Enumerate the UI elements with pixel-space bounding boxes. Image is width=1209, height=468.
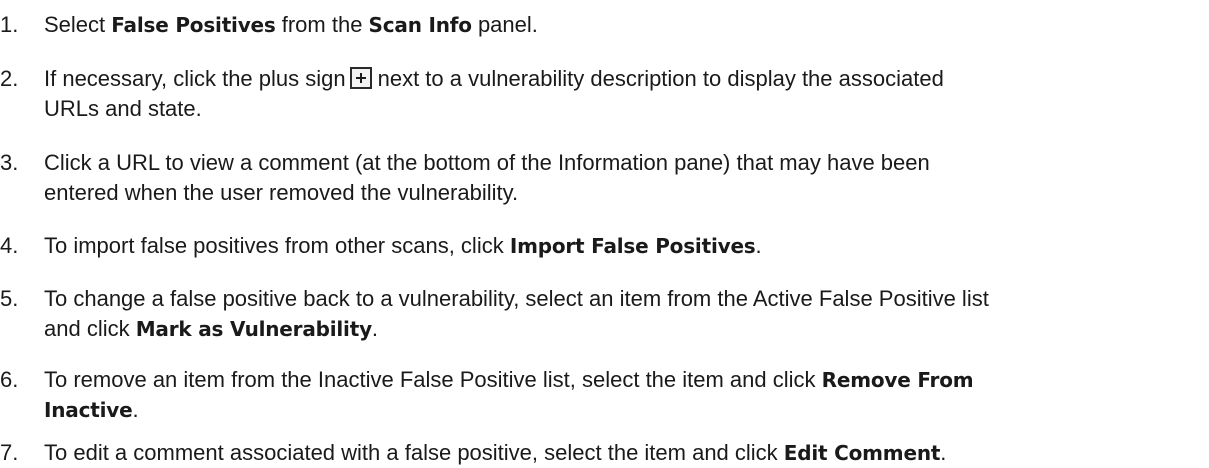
text-run: To remove an item from the Inactive Fals… — [44, 367, 822, 392]
text-run: . — [371, 316, 379, 341]
step-text: If necessary, click the plus sign next to… — [44, 64, 1200, 124]
ui-term-false-positives: False Positives — [111, 13, 276, 37]
step-number: 5. — [0, 286, 19, 311]
text-run: Click a URL to view a comment (at the bo… — [44, 150, 930, 175]
text-run: next to a vulnerability description to d… — [377, 66, 944, 91]
step-1: 1. Select False Positives from the Scan … — [0, 10, 1200, 40]
text-run: Select — [44, 12, 112, 37]
text-run: . — [132, 397, 139, 422]
step-7: 7. To edit a comment associated with a f… — [0, 438, 1200, 468]
instruction-document: 1. Select False Positives from the Scan … — [0, 0, 1209, 468]
step-number: 4. — [0, 233, 19, 258]
step-number: 6. — [0, 367, 19, 392]
ui-term-remove-from: Remove From — [821, 368, 974, 392]
ui-term-inactive: Inactive — [44, 398, 133, 422]
step-number: 1. — [0, 12, 19, 37]
step-text: To remove an item from the Inactive Fals… — [44, 365, 1200, 425]
ui-term-mark-as-vulnerability: Mark as Vulnerability — [135, 317, 372, 341]
step-text: Select False Positives from the Scan Inf… — [44, 10, 1200, 40]
text-run: If necessary, click the plus sign — [44, 66, 346, 91]
ui-term-scan-info: Scan Info — [368, 13, 472, 37]
text-run: from the — [275, 12, 369, 37]
text-run: . — [755, 233, 762, 258]
text-run: panel. — [471, 12, 538, 37]
step-3: 3. Click a URL to view a comment (at the… — [0, 148, 1200, 208]
step-5: 5. To change a false positive back to a … — [0, 284, 1200, 344]
text-run: URLs and state. — [44, 96, 202, 121]
text-run: and click — [44, 316, 136, 341]
step-6: 6. To remove an item from the Inactive F… — [0, 365, 1200, 425]
text-run: . — [940, 440, 947, 465]
text-run: To change a false positive back to a vul… — [44, 286, 989, 311]
step-text: To edit a comment associated with a fals… — [44, 438, 1200, 468]
step-2: 2. If necessary, click the plus sign next… — [0, 64, 1200, 124]
plus-box-icon — [349, 67, 372, 89]
ui-term-edit-comment: Edit Comment — [783, 441, 941, 465]
step-number: 2. — [0, 66, 19, 91]
step-4: 4. To import false positives from other … — [0, 231, 1200, 261]
text-run: To edit a comment associated with a fals… — [44, 440, 784, 465]
step-text: Click a URL to view a comment (at the bo… — [44, 148, 1200, 208]
text-run: To import false positives from other sca… — [44, 233, 510, 258]
step-number: 7. — [0, 440, 19, 465]
step-text: To change a false positive back to a vul… — [44, 284, 1200, 344]
text-run: entered when the user removed the vulner… — [44, 180, 519, 205]
step-text: To import false positives from other sca… — [44, 231, 1200, 261]
ui-term-import-false-positives: Import False Positives — [509, 234, 756, 258]
step-number: 3. — [0, 150, 19, 175]
